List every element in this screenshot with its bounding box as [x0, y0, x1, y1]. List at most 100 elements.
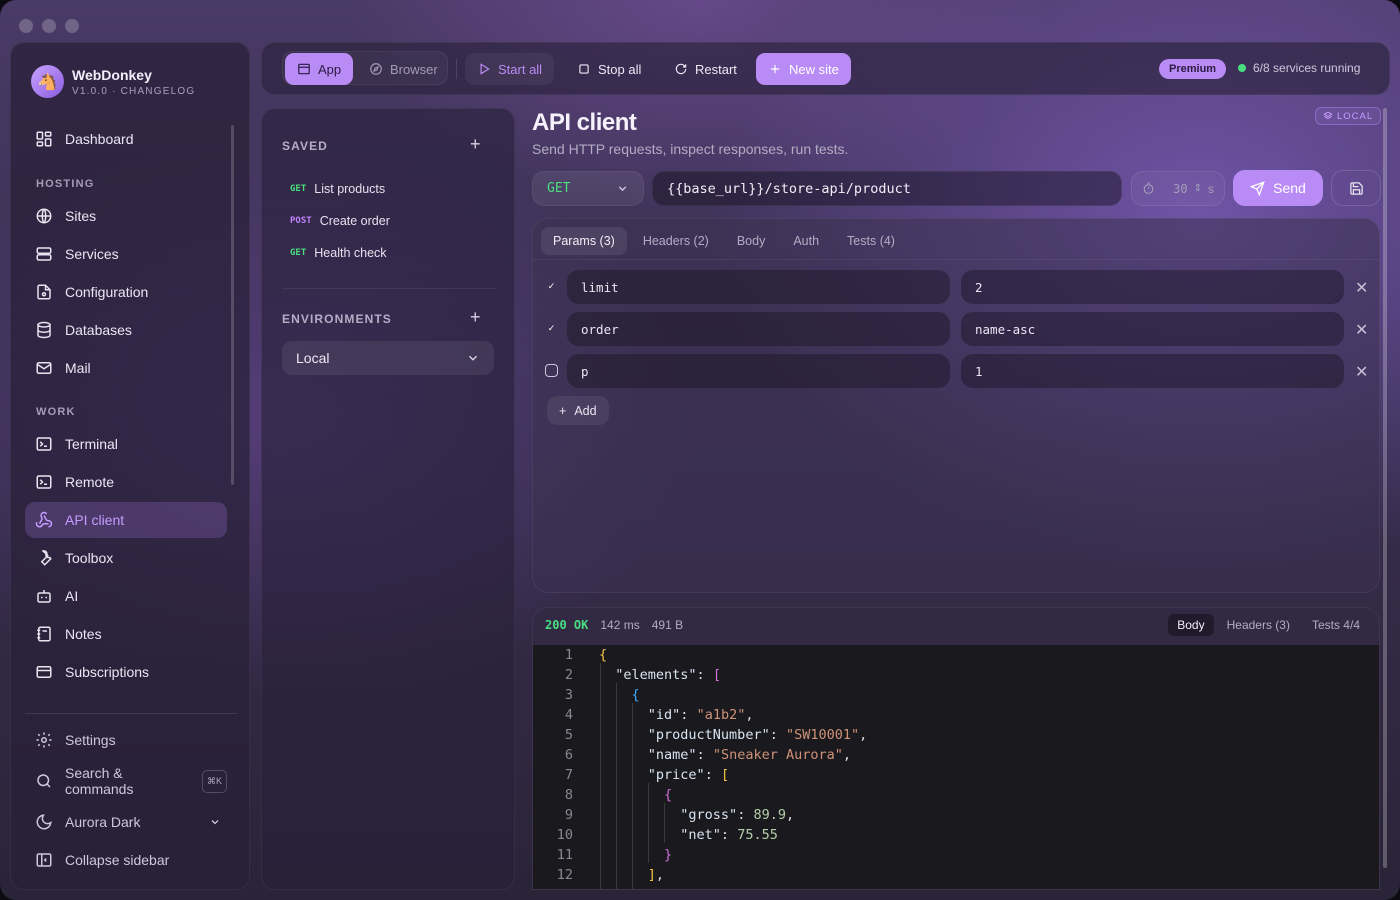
new-site-button[interactable]: New site — [756, 53, 851, 85]
sidebar-scrollbar[interactable] — [231, 125, 234, 485]
param-key-input[interactable]: limit — [567, 270, 950, 304]
sidebar-item-dashboard[interactable]: Dashboard — [25, 121, 227, 157]
premium-badge[interactable]: Premium — [1159, 59, 1227, 79]
remove-param-icon[interactable]: ✕ — [1355, 278, 1368, 298]
code-line: { — [599, 647, 608, 663]
sidebar-item-sites[interactable]: Sites — [25, 198, 227, 234]
dashboard-icon — [36, 131, 52, 147]
shortcut-badge: ⌘K — [201, 769, 227, 793]
tab-tests[interactable]: Tests (4) — [835, 227, 907, 255]
sidebar-item-databases[interactable]: Databases — [25, 312, 227, 348]
environment-badge-label: LOCAL — [1337, 110, 1374, 122]
save-request-button[interactable] — [1331, 170, 1381, 206]
plus-icon — [770, 64, 780, 74]
app-window: 🐴 WebDonkey V1.0.0 · CHANGELOG Dashboard… — [0, 0, 1400, 900]
param-row: p 1 ✕ — [545, 354, 1375, 388]
param-row: ✓ limit 2 ✕ — [545, 270, 1375, 304]
timeout-value: 30 — [1173, 181, 1188, 196]
response-body-editor[interactable]: 1 { 2 "elements": [ 3 { 4 "id": "a1b2", … — [533, 645, 1379, 889]
method-badge: GET — [290, 184, 307, 194]
tab-params[interactable]: Params (3) — [541, 227, 627, 255]
param-key-input[interactable]: order — [567, 312, 950, 346]
sidebar-item-notes[interactable]: Notes — [25, 616, 227, 652]
add-saved-request-button[interactable]: + — [470, 134, 481, 155]
sidebar-item-label: Terminal — [65, 436, 118, 452]
theme-selector[interactable]: Aurora Dark — [25, 804, 227, 840]
chevron-down-icon — [211, 820, 219, 825]
saved-request-item[interactable]: GET List products — [290, 182, 385, 196]
request-name: Create order — [319, 214, 390, 228]
page-title: API client — [532, 109, 637, 136]
tab-response-headers[interactable]: Headers (3) — [1218, 614, 1299, 636]
param-enabled-checkbox[interactable]: ✓ — [545, 280, 558, 293]
brand[interactable]: 🐴 WebDonkey V1.0.0 · CHANGELOG — [31, 65, 195, 98]
tab-auth[interactable]: Auth — [781, 227, 831, 255]
url-input[interactable]: {{base_url}}/store-api/product — [652, 171, 1122, 206]
code-line: "gross": 89.9, — [680, 807, 795, 823]
services-status-label: 6/8 services running — [1253, 61, 1361, 75]
sidebar-item-terminal[interactable]: Terminal — [25, 426, 227, 462]
chevron-down-icon — [618, 186, 627, 192]
maximize-window-button[interactable] — [65, 19, 79, 33]
line-number: 6 — [564, 747, 573, 763]
method-select[interactable]: GET — [532, 171, 644, 206]
tab-body[interactable]: Body — [725, 227, 778, 255]
line-number: 5 — [564, 727, 573, 743]
sidebar-item-remote[interactable]: Remote — [25, 464, 227, 500]
tab-headers[interactable]: Headers (2) — [631, 227, 721, 255]
sidebar-item-configuration[interactable]: Configuration — [25, 274, 227, 310]
minimize-window-button[interactable] — [42, 19, 56, 33]
remove-param-icon[interactable]: ✕ — [1355, 362, 1368, 382]
close-window-button[interactable] — [19, 19, 33, 33]
play-icon — [480, 63, 490, 75]
search-commands-button[interactable]: Search & commands ⌘K — [25, 763, 227, 799]
send-button[interactable]: Send — [1233, 170, 1323, 206]
sidebar-item-ai[interactable]: AI — [25, 578, 227, 614]
restart-button[interactable]: Restart — [662, 53, 749, 85]
mail-icon — [36, 362, 52, 374]
sidebar-item-toolbox[interactable]: Toolbox — [25, 540, 227, 576]
version-changelog[interactable]: V1.0.0 · CHANGELOG — [72, 86, 195, 97]
param-value-input[interactable]: name-asc — [961, 312, 1344, 346]
sidebar-item-label: Collapse sidebar — [65, 852, 170, 868]
stepper-icon[interactable]: ⇕ — [1194, 183, 1202, 194]
sidebar-item-api-client[interactable]: API client — [25, 502, 227, 538]
param-enabled-checkbox[interactable] — [545, 364, 558, 377]
tab-response-body[interactable]: Body — [1168, 614, 1214, 636]
sidebar-item-mail[interactable]: Mail — [25, 350, 227, 386]
saved-request-item[interactable]: GET Health check — [290, 246, 387, 260]
environment-value: Local — [296, 350, 330, 366]
add-environment-button[interactable]: + — [470, 307, 481, 328]
add-param-label: Add — [574, 403, 597, 418]
sidebar-item-subscriptions[interactable]: Subscriptions — [25, 654, 227, 690]
code-line: "id": "a1b2", — [647, 707, 754, 723]
browser-mode-button[interactable]: Browser — [357, 53, 450, 85]
refresh-icon — [675, 63, 687, 75]
services-status[interactable]: 6/8 services running — [1238, 61, 1360, 75]
chevron-down-icon — [468, 355, 478, 361]
sidebar-item-settings[interactable]: Settings — [25, 722, 227, 758]
param-enabled-checkbox[interactable]: ✓ — [545, 322, 558, 335]
saved-request-item[interactable]: POST Create order — [290, 214, 390, 228]
remove-param-icon[interactable]: ✕ — [1355, 320, 1368, 340]
send-label: Send — [1273, 180, 1306, 196]
environment-select[interactable]: Local — [282, 341, 494, 375]
collapse-sidebar-button[interactable]: Collapse sidebar — [25, 842, 227, 878]
app-mode-button[interactable]: App — [285, 53, 354, 85]
param-row: ✓ order name-asc ✕ — [545, 312, 1375, 346]
timeout-input[interactable]: 30 ⇕ s — [1131, 171, 1225, 206]
main-scrollbar[interactable] — [1383, 108, 1387, 868]
param-value-input[interactable]: 2 — [961, 270, 1344, 304]
start-all-label: Start all — [498, 61, 543, 77]
tab-response-tests[interactable]: Tests 4/4 — [1303, 614, 1369, 636]
start-all-button[interactable]: Start all — [465, 53, 555, 85]
add-param-button[interactable]: + Add — [547, 396, 609, 425]
param-key-input[interactable]: p — [567, 354, 950, 388]
toolbar: App Browser Start all Stop all Restart N… — [261, 42, 1390, 95]
sidebar-item-services[interactable]: Services — [25, 236, 227, 272]
stop-all-button[interactable]: Stop all — [565, 53, 653, 85]
response-panel: 200 OK 142 ms 491 B Body Headers (3) Tes… — [532, 607, 1380, 890]
param-value-input[interactable]: 1 — [961, 354, 1344, 388]
sidebar-item-label: Aurora Dark — [65, 814, 141, 830]
request-panel: Params (3) Headers (2) Body Auth Tests (… — [532, 218, 1380, 593]
